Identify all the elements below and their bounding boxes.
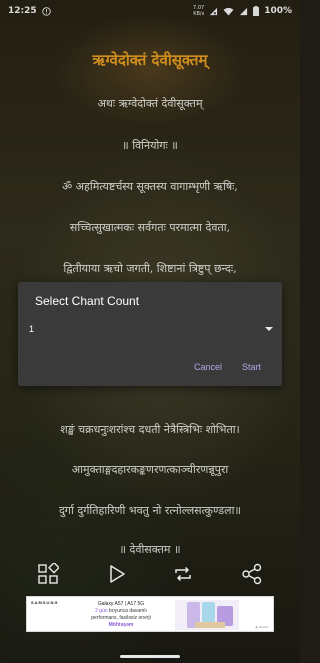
chant-count-select[interactable]: 1 bbox=[29, 320, 273, 342]
ad-line: 2 gün boyunca davamlı bbox=[77, 608, 165, 615]
ad-copy: Galaxy A57 | A17 5G 2 gün boyunca davaml… bbox=[77, 601, 165, 629]
ad-line: performans, fasiləsiz enerji bbox=[91, 615, 151, 621]
ad-label: ▶ Reklam bbox=[255, 625, 269, 629]
ad-line-rest: boyunca davamlı bbox=[107, 608, 147, 614]
dialog-title: Select Chant Count bbox=[35, 294, 140, 308]
start-button[interactable]: Start bbox=[242, 362, 261, 372]
player-toolbar bbox=[0, 563, 300, 587]
gesture-nav-bar[interactable] bbox=[120, 655, 180, 658]
ad-brand-logo: SAMSUNG bbox=[31, 600, 59, 605]
chant-count-value: 1 bbox=[29, 324, 35, 334]
grid-icon[interactable] bbox=[37, 563, 59, 585]
ad-phones-image bbox=[175, 600, 239, 630]
ad-highlight: 2 gün bbox=[95, 608, 108, 614]
ad-line: Möhtəşəm bbox=[108, 622, 134, 628]
ad-line: Galaxy A57 | A17 5G bbox=[97, 601, 145, 607]
share-icon[interactable] bbox=[241, 563, 263, 585]
play-icon[interactable] bbox=[106, 563, 128, 585]
ad-banner[interactable]: SAMSUNG Galaxy A57 | A17 5G 2 gün boyunc… bbox=[26, 596, 274, 632]
repeat-icon[interactable] bbox=[172, 563, 194, 585]
chant-count-dialog: Select Chant Count 1 Cancel Start bbox=[18, 282, 282, 386]
cancel-button[interactable]: Cancel bbox=[194, 362, 222, 372]
dropdown-arrow-icon[interactable] bbox=[265, 327, 273, 331]
